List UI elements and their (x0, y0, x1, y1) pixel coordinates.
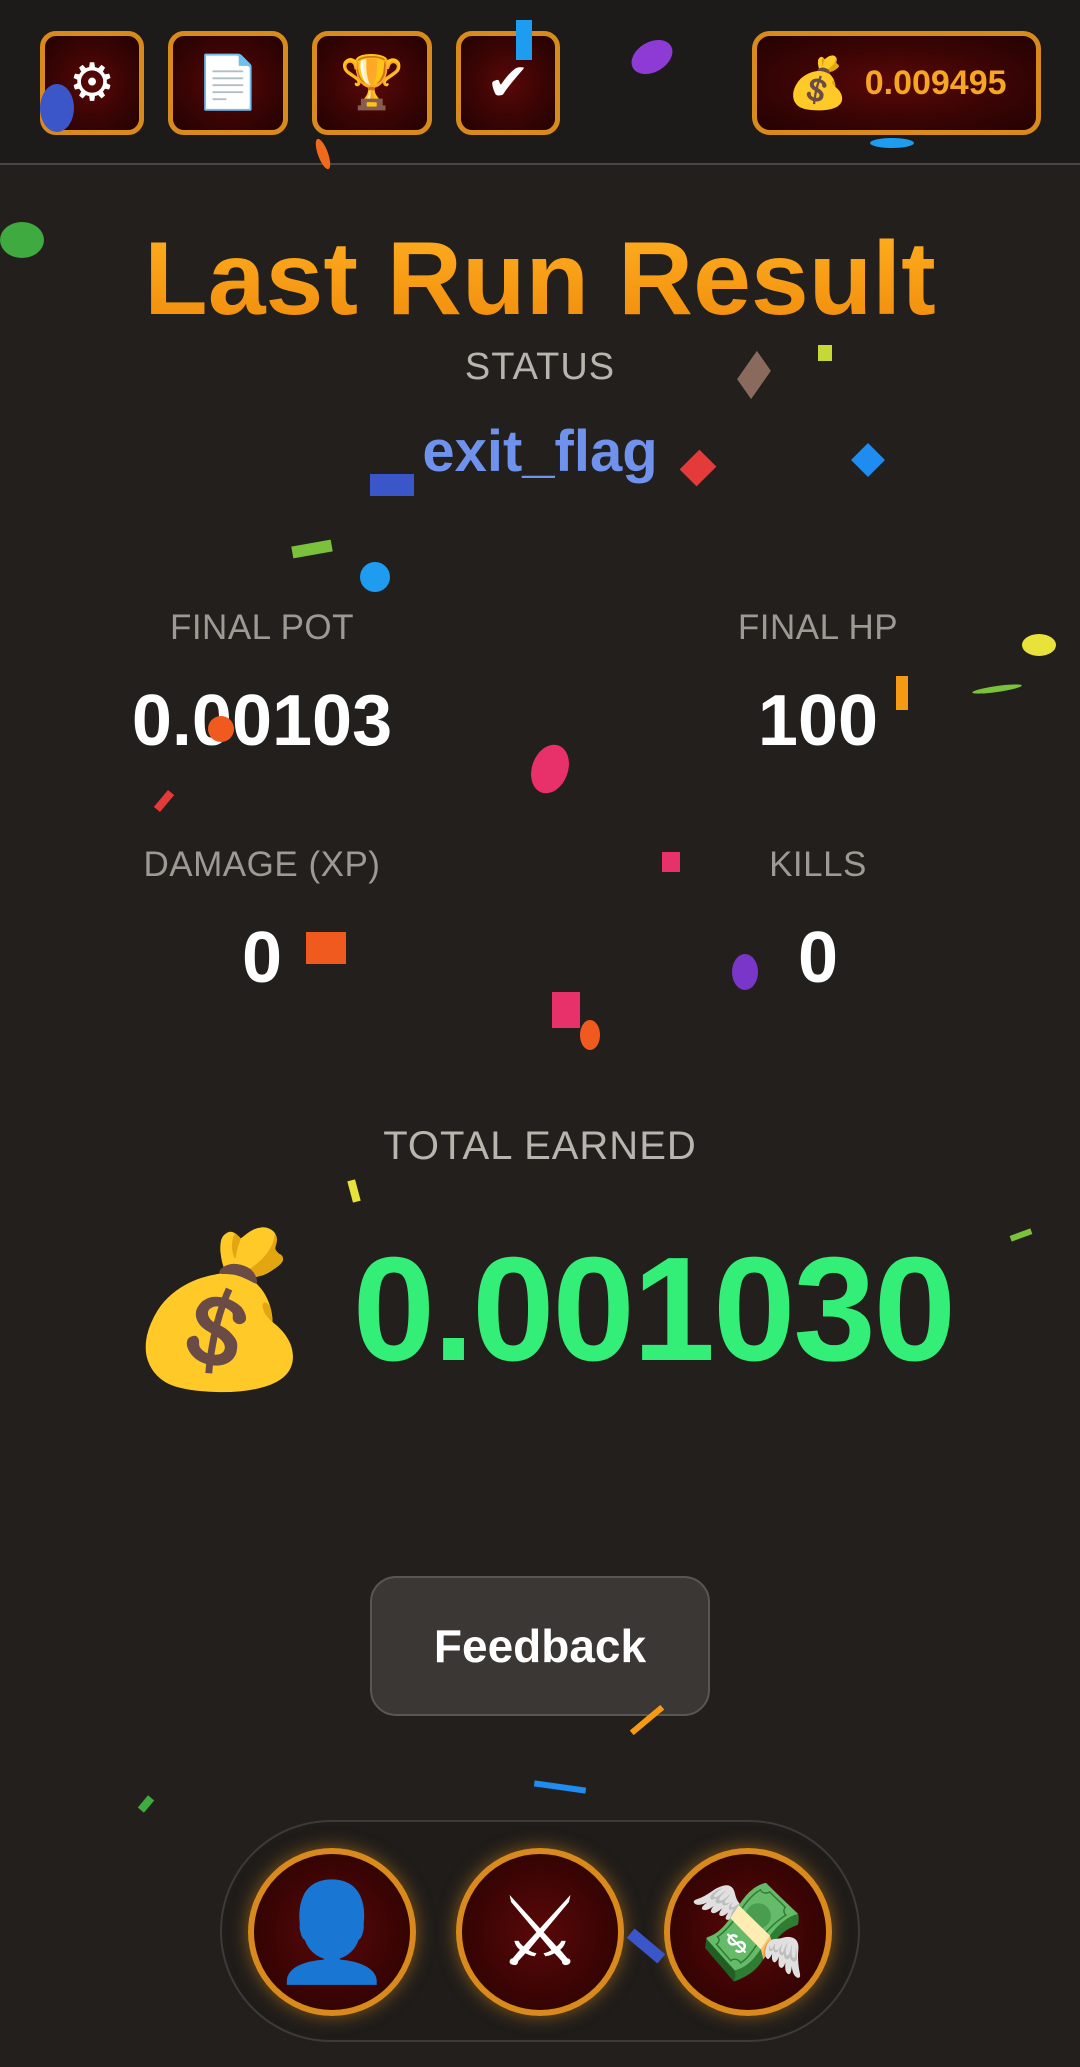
trophy-icon: 🏆 (339, 53, 405, 113)
final-hp-value: 100 (757, 681, 879, 761)
final-hp-label: FINAL HP (737, 608, 899, 647)
money-bag-icon: 💰 (125, 1223, 313, 1397)
status-value: exit_flag (422, 419, 658, 484)
confetti-piece (524, 739, 576, 799)
kills-stat: KILLS 0 (618, 845, 1018, 999)
confetti-piece (347, 1179, 361, 1203)
feedback-button[interactable]: Feedback (370, 1576, 710, 1716)
total-earned-value: 0.001030 (352, 1227, 956, 1392)
cashout-button[interactable]: 💸 (664, 1848, 832, 2016)
report-button[interactable]: 📄 (168, 31, 288, 135)
top-bar: ⚙ 📄 🏆 ✔ 💰 0.009495 (0, 0, 1080, 165)
tasks-button[interactable]: ✔ (456, 31, 560, 135)
confetti-piece (1022, 634, 1056, 656)
kills-value: 0 (797, 918, 839, 998)
battle-button[interactable]: ⚔ (456, 1848, 624, 2016)
money-bag-icon: 💰 (786, 53, 849, 112)
final-pot-value: 0.00103 (131, 681, 393, 761)
results-screen: ⚙ 📄 🏆 ✔ 💰 0.009495 Last Run Result STATU… (0, 0, 1080, 2067)
confetti-piece (137, 1795, 155, 1813)
page-title: Last Run Result (0, 220, 1080, 339)
profile-icon: 👤 (272, 1875, 392, 1988)
status-label: STATUS (464, 346, 616, 388)
final-hp-stat: FINAL HP 100 (618, 608, 1018, 762)
damage-label: DAMAGE (XP) (143, 845, 381, 884)
settings-button[interactable]: ⚙ (40, 31, 144, 135)
confetti-piece (291, 539, 333, 559)
checkmark-icon: ✔ (486, 53, 530, 113)
total-earned-label: TOTAL EARNED (383, 1124, 697, 1168)
final-pot-stat: FINAL POT 0.00103 (62, 608, 462, 762)
confetti-piece (360, 562, 390, 592)
crossed-swords-icon: ⚔ (496, 1876, 584, 1988)
confetti-piece (533, 1780, 587, 1794)
kills-label: KILLS (769, 845, 867, 884)
money-wings-icon: 💸 (688, 1875, 808, 1988)
confetti-piece (580, 1020, 600, 1050)
leaderboard-button[interactable]: 🏆 (312, 31, 432, 135)
gear-icon: ⚙ (68, 53, 116, 113)
document-icon: 📄 (195, 53, 261, 113)
balance-amount: 0.009495 (864, 63, 1007, 102)
total-earned: 💰 0.001030 (0, 1225, 1080, 1395)
profile-button[interactable]: 👤 (248, 1848, 416, 2016)
confetti-piece (552, 992, 580, 1028)
final-pot-label: FINAL POT (169, 608, 355, 647)
confetti-piece (153, 790, 175, 812)
damage-stat: DAMAGE (XP) 0 (62, 845, 462, 999)
balance-display[interactable]: 💰 0.009495 (752, 31, 1041, 135)
damage-value: 0 (241, 918, 283, 998)
